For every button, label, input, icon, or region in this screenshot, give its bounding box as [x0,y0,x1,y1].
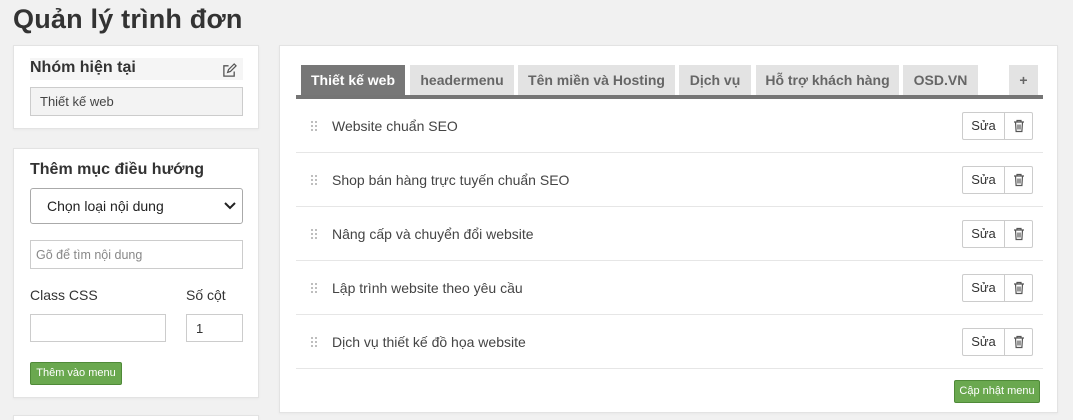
drag-handle-icon[interactable] [311,337,317,347]
trash-icon [1014,281,1024,295]
add-to-menu-button[interactable]: Thêm vào menu [30,362,122,385]
add-nav-item-panel: Thêm mục điều hướng Chọn loại nội dung G… [13,148,259,398]
edit-item-button[interactable]: Sửa [962,328,1005,356]
tab-ho-tro-khach-hang[interactable]: Hỗ trợ khách hàng [756,65,899,95]
trash-icon [1014,119,1024,133]
drag-handle-icon[interactable] [311,283,317,293]
content-type-select-value: Chọn loại nội dung [47,198,164,214]
content-type-select[interactable]: Chọn loại nội dung [30,188,243,224]
trash-icon [1014,173,1024,187]
menu-item-row[interactable]: Lập trình website theo yêu cầu Sửa [296,261,1043,315]
menu-item-label: Shop bán hàng trực tuyến chuẩn SEO [332,172,570,188]
delete-item-button[interactable] [1004,166,1033,194]
edit-icon[interactable] [222,63,237,78]
menu-item-label: Website chuẩn SEO [332,118,458,134]
current-group-header: Nhóm hiện tại [30,58,243,80]
edit-item-button[interactable]: Sửa [962,166,1005,194]
delete-item-button[interactable] [1004,220,1033,248]
current-group-panel: Nhóm hiện tại Thiết kế web [13,45,259,129]
class-css-label: Class CSS [30,287,98,303]
tab-ten-mien-hosting[interactable]: Tên miền và Hosting [518,65,675,95]
columns-label: Số cột [186,287,226,303]
current-group-field[interactable]: Thiết kế web [30,87,243,116]
tab-osd-vn[interactable]: OSD.VN [903,65,978,95]
tab-dich-vu[interactable]: Dịch vụ [679,65,751,95]
edit-item-button[interactable]: Sửa [962,112,1005,140]
chevron-down-icon [224,202,236,210]
menu-item-row[interactable]: Shop bán hàng trực tuyến chuẩn SEO Sửa [296,153,1043,207]
edit-item-button[interactable]: Sửa [962,274,1005,302]
drag-handle-icon[interactable] [311,175,317,185]
columns-input[interactable]: 1 [186,314,243,342]
current-group-title: Nhóm hiện tại [30,59,136,76]
menu-item-label: Lập trình website theo yêu cầu [332,280,523,296]
content-search-input[interactable]: Gõ để tìm nội dung [30,240,243,269]
class-css-input[interactable] [30,314,166,342]
menu-item-label: Dịch vụ thiết kế đồ họa website [332,334,526,350]
trash-icon [1014,335,1024,349]
trash-icon [1014,227,1024,241]
menu-item-row[interactable]: Dịch vụ thiết kế đồ họa website Sửa [296,315,1043,369]
menu-panel: Thiết kế web headermenu Tên miền và Host… [279,45,1058,413]
edit-item-button[interactable]: Sửa [962,220,1005,248]
tab-thiet-ke-web[interactable]: Thiết kế web [301,65,405,95]
menu-item-row[interactable]: Website chuẩn SEO Sửa [296,99,1043,153]
drag-handle-icon[interactable] [311,121,317,131]
page-title: Quản lý trình đơn [13,4,243,34]
tab-headermenu[interactable]: headermenu [410,65,514,95]
delete-item-button[interactable] [1004,112,1033,140]
menu-item-label: Nâng cấp và chuyển đổi website [332,226,534,242]
update-menu-button[interactable]: Cập nhật menu [954,380,1040,403]
delete-item-button[interactable] [1004,274,1033,302]
add-nav-item-title: Thêm mục điều hướng [30,161,205,178]
drag-handle-icon[interactable] [311,229,317,239]
add-tab-button[interactable]: + [1009,65,1038,95]
menu-item-row[interactable]: Nâng cấp và chuyển đổi website Sửa [296,207,1043,261]
delete-item-button[interactable] [1004,328,1033,356]
lower-panel-stub [13,415,259,420]
